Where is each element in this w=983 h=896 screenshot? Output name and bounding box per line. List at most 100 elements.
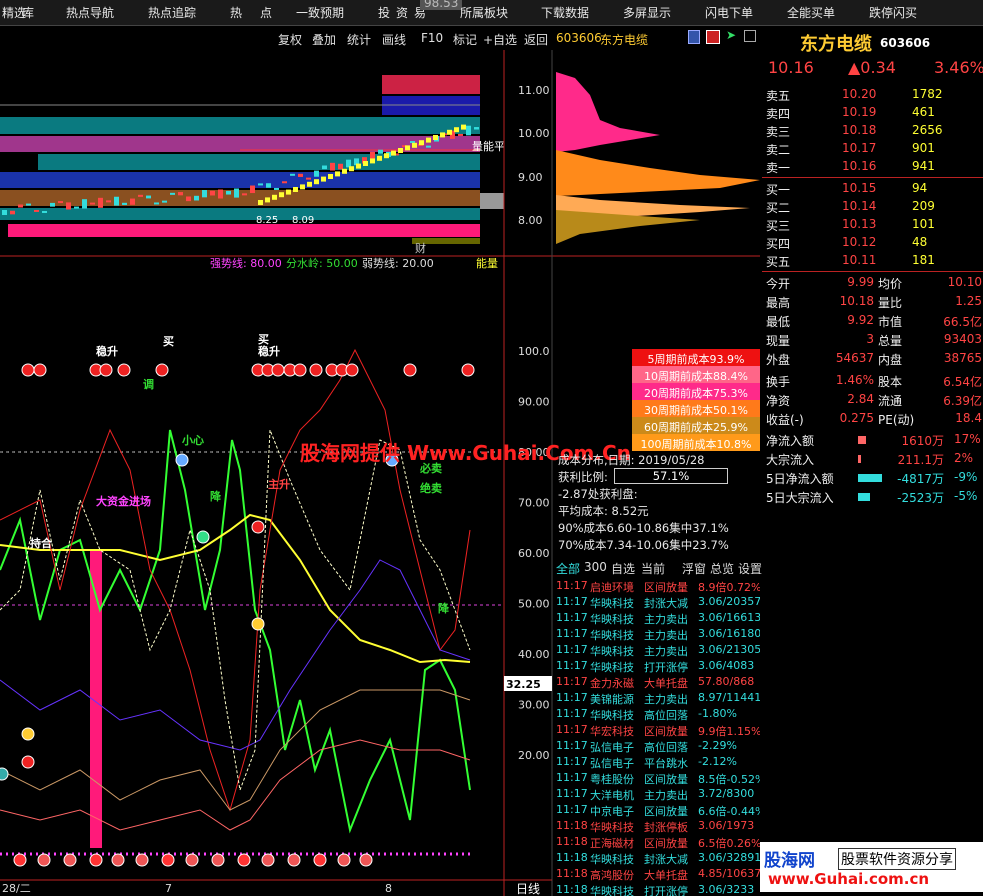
toolbar-back[interactable]: 返回 — [524, 31, 548, 48]
signal-ball — [196, 530, 210, 544]
ticker-row[interactable]: 11:17 弘信电子 高位回落 -2.29% — [554, 738, 760, 754]
ask-row[interactable]: 卖一 10.16 941 — [762, 158, 983, 176]
ticker-value: 6.6倍-0.44% — [698, 805, 760, 818]
toolbar-name: 东方电缆 — [600, 33, 649, 47]
stat-label: PE(动) — [878, 413, 915, 427]
menu-item[interactable]: 一致预期 — [296, 4, 344, 21]
axis-tick: 90.00 — [518, 396, 550, 409]
trend-dot — [356, 163, 361, 169]
menu-item[interactable]: 跌停闪买 — [869, 4, 917, 21]
menu-item[interactable]: 闪电下单 — [705, 4, 753, 21]
toolbar-draw[interactable]: 画线 — [382, 31, 406, 48]
ticker-tab-settings[interactable]: 设置 — [738, 560, 762, 577]
ticker-tab-current[interactable]: 当前 — [641, 560, 665, 577]
menu-item[interactable]: 热 — [230, 4, 242, 21]
arrow-icon[interactable]: ➤ — [726, 28, 736, 42]
bid-row[interactable]: 买一 10.15 94 — [762, 180, 983, 198]
ticker-list: 11:17 启迪环境 区间放量 8.9倍0.72% 11:17 华映科技 封涨大减 3.06/… — [554, 578, 760, 896]
cost-row: 20周期前成本75.3% — [632, 383, 760, 400]
ticker-name: 启迪环境 — [590, 581, 634, 594]
signal-ball — [0, 767, 9, 781]
stock-change: ▲0.34 — [848, 58, 896, 77]
ticker-row[interactable]: 11:18 华映科技 封涨停板 3.06/1973 — [554, 818, 760, 834]
ticker-tab-overview[interactable]: 总览 — [710, 560, 734, 577]
bid-row[interactable]: 买五 10.11 181 — [762, 252, 983, 270]
toolbar-f10[interactable]: F10 — [421, 31, 443, 45]
menu-item[interactable]: 热点导航 — [66, 4, 114, 21]
bid-row[interactable]: 买二 10.14 209 — [762, 198, 983, 216]
ticker-row[interactable]: 11:18 正海磁材 区间放量 6.5倍0.26% — [554, 834, 760, 850]
stat-row: 外盘 54637 内盘 38765 — [762, 350, 983, 368]
menu-item[interactable]: 资 — [396, 4, 408, 21]
bid-row[interactable]: 买四 10.12 48 — [762, 234, 983, 252]
menu-price-badge: 98.53 — [420, 0, 463, 10]
ticker-row[interactable]: 11:17 金力永磁 大单托盘 57.80/868 — [554, 674, 760, 690]
signal-ball — [99, 363, 113, 377]
ask-row[interactable]: 卖二 10.17 901 — [762, 140, 983, 158]
ticker-row[interactable]: 11:17 弘信电子 平台跳水 -2.12% — [554, 754, 760, 770]
ticker-row[interactable]: 11:18 高鸿股份 大单托盘 4.85/10637 — [554, 866, 760, 882]
ticker-row[interactable]: 11:17华映科技封涨大减 3.06/203570 — [554, 594, 760, 610]
ask-label: 卖四 — [766, 107, 791, 121]
chart-style-icon[interactable] — [688, 30, 700, 44]
ticker-value: -1.80% — [698, 707, 737, 720]
menu-item[interactable]: 下载数据 — [541, 4, 589, 21]
ticker-tab-float[interactable]: 浮窗 — [682, 560, 706, 577]
axis-tick: 20.00 — [518, 749, 550, 762]
candle — [298, 173, 303, 177]
ticker-row[interactable]: 11:17 美锦能源 主力卖出 8.97/11441 — [554, 690, 760, 706]
grid-icon[interactable] — [744, 30, 756, 42]
menu-item[interactable]: 热点追踪 — [148, 4, 196, 21]
cost-row: 100周期前成本10.8% — [632, 434, 760, 451]
toolbar-overlay[interactable]: 叠加 — [312, 31, 336, 48]
ticker-value: 3.06/16180 — [698, 627, 760, 640]
menu-item[interactable]: 点 — [260, 4, 272, 21]
ticker-row[interactable]: 11:17 华宏科技 区间放量 9.9倍1.15% — [554, 722, 760, 738]
flow-bar — [858, 436, 866, 444]
ticker-tab-300[interactable]: 300 — [584, 560, 607, 574]
candle — [466, 125, 471, 136]
candle — [266, 183, 271, 188]
period-label[interactable]: 日线 — [516, 882, 540, 896]
ticker-row[interactable]: 11:17 中京电子 区间放量 6.6倍-0.44% — [554, 802, 760, 818]
stat-label: 今开 — [766, 277, 791, 291]
candle — [226, 190, 231, 195]
toolbar-fuquan[interactable]: 复权 — [278, 31, 302, 48]
finance-marker[interactable]: 财 — [415, 241, 426, 255]
axis-tick: 70.00 — [518, 497, 550, 510]
stat-label: 量比 — [878, 296, 903, 310]
ticker-row[interactable]: 11:17 华映科技 主力卖出 3.06/21305 — [554, 642, 760, 658]
menu-item[interactable]: 库 — [22, 4, 34, 21]
toolbar-stats[interactable]: 统计 — [347, 31, 371, 48]
ask-row[interactable]: 卖五 10.20 1782 — [762, 86, 983, 104]
ticker-row[interactable]: 11:17 大洋电机 主力卖出 3.72/8300 — [554, 786, 760, 802]
menu-item[interactable]: 全能买单 — [787, 4, 835, 21]
ticker-row[interactable]: 11:17 华映科技 打开涨停 3.06/4083 — [554, 658, 760, 674]
ticker-row[interactable]: 11:18 华映科技 打开涨停 3.06/3233 — [554, 882, 760, 896]
ticker-row[interactable]: 11:18 华映科技 封涨大减 3.06/32891 — [554, 850, 760, 866]
ticker-row[interactable]: 11:17 粤桂股份 区间放量 8.5倍-0.52% — [554, 770, 760, 786]
ask-row[interactable]: 卖三 10.18 2656 — [762, 122, 983, 140]
price-low-1: 8.25 — [256, 215, 278, 226]
toolbar-add-favorite[interactable]: +自选 — [483, 31, 517, 48]
bid-row[interactable]: 买三 10.13 101 — [762, 216, 983, 234]
stat-row: 净资 2.84 流通 6.39亿 — [762, 391, 983, 409]
stat-row: 今开 9.99 均价 10.10 — [762, 274, 983, 292]
ask-row[interactable]: 卖四 10.19 461 — [762, 104, 983, 122]
ticker-row[interactable]: 11:17 华映科技 主力卖出 3.06/16613 — [554, 610, 760, 626]
menu-item[interactable]: 所属板块 — [460, 4, 508, 21]
candle — [154, 202, 159, 205]
color-scheme-icon[interactable] — [706, 30, 720, 44]
ticker-row[interactable]: 11:17 华映科技 主力卖出 3.06/16180 — [554, 626, 760, 642]
toolbar-mark[interactable]: 标记 — [453, 31, 477, 48]
ticker-row[interactable]: 11:17 华映科技 高位回落 -1.80% — [554, 706, 760, 722]
candle — [370, 151, 375, 159]
signal-ball — [293, 363, 307, 377]
ticker-tab-all[interactable]: 全部 — [556, 560, 580, 577]
ticker-tab-favorite[interactable]: 自选 — [611, 560, 635, 577]
ticker-row[interactable]: 11:17 启迪环境 区间放量 8.9倍0.72% — [554, 578, 760, 594]
ticker-event: 区间放量 — [644, 581, 688, 594]
bid-label: 买四 — [766, 237, 791, 251]
menu-item[interactable]: 投 — [378, 4, 390, 21]
menu-item[interactable]: 多屏显示 — [623, 4, 671, 21]
